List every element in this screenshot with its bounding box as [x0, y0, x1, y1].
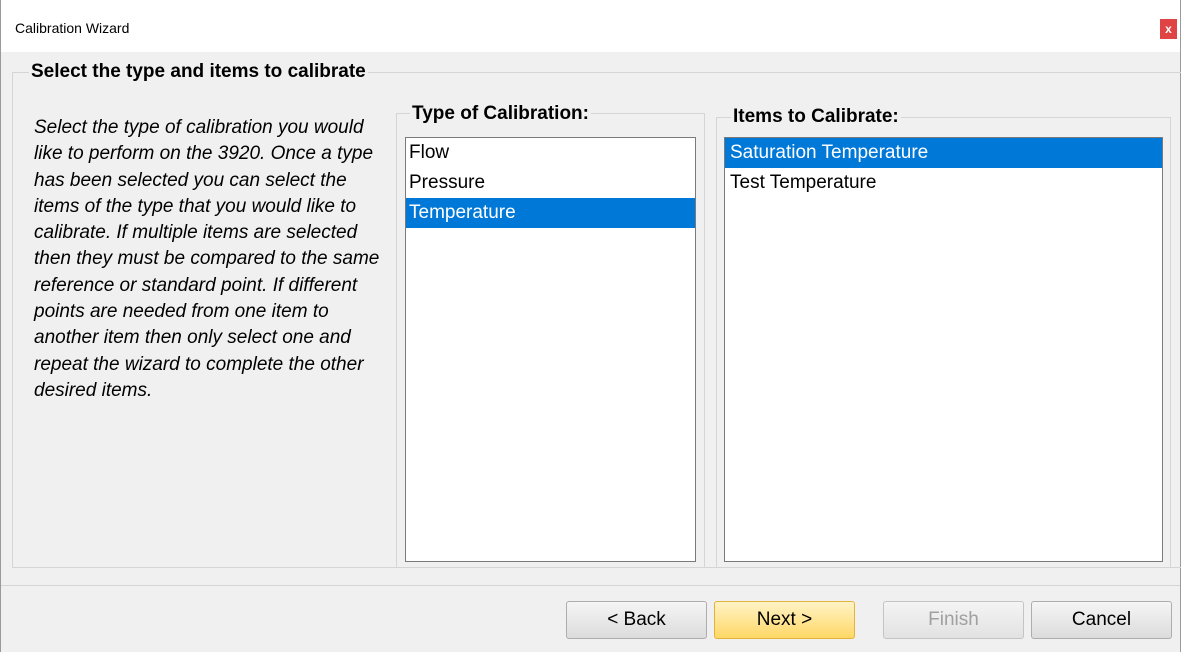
instructions-text: Select the type of calibration you would… [34, 117, 380, 401]
items-to-calibrate-listbox[interactable]: Saturation Temperature Test Temperature [724, 137, 1163, 562]
next-button[interactable]: Next > [714, 601, 855, 639]
type-item-temperature[interactable]: Temperature [406, 198, 695, 228]
type-of-calibration-label: Type of Calibration: [410, 103, 591, 125]
type-of-calibration-listbox[interactable]: Flow Pressure Temperature [405, 137, 696, 562]
back-button[interactable]: < Back [566, 601, 707, 639]
type-item-flow[interactable]: Flow [406, 138, 695, 168]
close-button[interactable]: x [1160, 19, 1177, 39]
footer-separator [1, 585, 1180, 586]
finish-button[interactable]: Finish [883, 601, 1024, 639]
type-item-pressure[interactable]: Pressure [406, 168, 695, 198]
page-heading: Select the type and items to calibrate [29, 61, 368, 83]
item-test-temperature[interactable]: Test Temperature [725, 168, 1162, 198]
items-to-calibrate-label: Items to Calibrate: [731, 106, 901, 128]
window-title: Calibration Wizard [15, 20, 130, 36]
item-saturation-temperature[interactable]: Saturation Temperature [725, 138, 1162, 168]
title-bar: Calibration Wizard x [1, 0, 1180, 52]
cancel-button[interactable]: Cancel [1031, 601, 1172, 639]
calibration-wizard-window: Calibration Wizard x Select the type and… [0, 0, 1181, 652]
